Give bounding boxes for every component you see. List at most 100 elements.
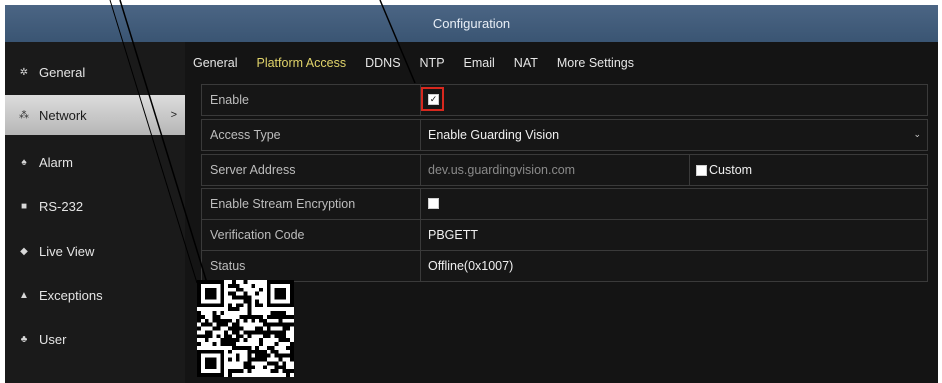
- qr-module: [239, 295, 244, 300]
- sidebar-item-label: Alarm: [39, 154, 73, 170]
- qr-module: [278, 280, 283, 284]
- chevron-down-icon[interactable]: ⌄: [913, 129, 921, 140]
- qr-module: [290, 303, 294, 308]
- qr-module: [286, 280, 291, 284]
- sidebar-item-alarm[interactable]: ♠ Alarm: [5, 142, 185, 182]
- qr-module: [247, 353, 252, 358]
- server-address-field[interactable]: dev.us.guardingvision.com: [428, 155, 575, 185]
- qr-module: [231, 295, 236, 300]
- qr-module: [212, 357, 217, 362]
- qr-module: [266, 299, 271, 304]
- qr-module: [282, 322, 287, 327]
- tab-platform-access[interactable]: Platform Access: [256, 56, 346, 70]
- tab-ntp[interactable]: NTP: [420, 56, 445, 70]
- qr-module: [282, 361, 287, 366]
- tab-email[interactable]: Email: [464, 56, 495, 70]
- qr-module: [208, 330, 213, 335]
- qr-module: [204, 357, 209, 362]
- qr-module: [228, 326, 232, 331]
- qr-module: [243, 361, 248, 366]
- qr-module: [247, 365, 252, 370]
- qr-module: [208, 291, 213, 296]
- qr-module: [204, 287, 209, 292]
- stream-encryption-row: Enable Stream Encryption: [201, 188, 928, 220]
- qr-module: [220, 369, 225, 374]
- qr-module: [266, 283, 271, 288]
- qr-module: [224, 334, 229, 339]
- qr-module: [239, 287, 244, 292]
- qr-module: [286, 373, 291, 377]
- qr-module: [208, 361, 213, 366]
- sidebar-item-live-view[interactable]: ◆ Live View: [5, 231, 185, 271]
- qr-module: [286, 345, 291, 350]
- tab-more-settings[interactable]: More Settings: [557, 56, 634, 70]
- qr-module: [216, 349, 221, 354]
- enable-highlight-box: [421, 87, 444, 111]
- qr-module: [204, 365, 209, 370]
- qr-module: [228, 334, 232, 339]
- qr-module: [270, 280, 275, 284]
- qr-module: [259, 353, 263, 358]
- sidebar-item-exceptions[interactable]: ▲ Exceptions: [5, 275, 185, 315]
- qr-module: [220, 338, 225, 343]
- qr-module: [274, 334, 279, 339]
- qr-module: [266, 303, 271, 308]
- qr-module: [270, 345, 275, 350]
- qr-module: [247, 299, 252, 304]
- qr-module: [278, 311, 283, 315]
- qr-module: [228, 342, 232, 346]
- qr-module: [239, 345, 244, 350]
- qr-module: [282, 353, 287, 358]
- qr-module: [266, 330, 271, 335]
- qr-module: [212, 311, 217, 315]
- qr-module: [278, 314, 283, 319]
- qr-module: [290, 295, 294, 300]
- qr-module: [274, 342, 279, 346]
- user-icon: ♣: [20, 333, 28, 345]
- rs232-icon: ■: [20, 200, 28, 212]
- access-type-select[interactable]: Enable Guarding Vision: [428, 120, 559, 150]
- qr-module: [262, 318, 267, 323]
- qr-module: [235, 326, 240, 331]
- qr-module: [231, 330, 236, 335]
- verification-code-field[interactable]: PBGETT: [428, 220, 478, 250]
- qr-module: [212, 365, 217, 370]
- sidebar-item-user[interactable]: ♣ User: [5, 319, 185, 359]
- sidebar-item-rs232[interactable]: ■ RS-232: [5, 186, 185, 226]
- qr-module: [235, 303, 240, 308]
- qr-module: [224, 322, 229, 327]
- tab-nat[interactable]: NAT: [514, 56, 538, 70]
- qr-module: [197, 349, 201, 354]
- qr-module: [247, 307, 252, 312]
- qr-module: [208, 349, 213, 354]
- sidebar-item-general[interactable]: ✲ General: [5, 52, 185, 92]
- qr-module: [282, 291, 287, 296]
- qr-module: [278, 287, 283, 292]
- qr-module: [290, 291, 294, 296]
- qr-module: [251, 318, 256, 323]
- row-divider: [689, 155, 690, 185]
- qr-module: [255, 326, 260, 331]
- qr-module: [197, 334, 201, 339]
- qr-module: [212, 318, 217, 323]
- custom-option[interactable]: Custom: [696, 155, 752, 185]
- stream-encryption-checkbox[interactable]: [428, 198, 439, 209]
- tab-general[interactable]: General: [193, 56, 237, 70]
- sidebar-item-network[interactable]: ⁂ Network >: [5, 95, 185, 135]
- qr-module: [286, 338, 291, 343]
- tab-ddns[interactable]: DDNS: [365, 56, 400, 70]
- qr-module: [266, 345, 271, 350]
- qr-module: [239, 334, 244, 339]
- qr-module: [197, 299, 201, 304]
- qr-module: [255, 353, 260, 358]
- qr-module: [212, 342, 217, 346]
- row-divider: [420, 120, 421, 150]
- qr-module: [220, 361, 225, 366]
- sidebar-item-label: Exceptions: [39, 287, 103, 303]
- qr-module: [247, 357, 252, 362]
- qr-module: [278, 295, 283, 300]
- custom-checkbox[interactable]: [696, 165, 707, 176]
- qr-module: [278, 322, 283, 327]
- qr-module: [274, 295, 279, 300]
- qr-module: [220, 373, 225, 377]
